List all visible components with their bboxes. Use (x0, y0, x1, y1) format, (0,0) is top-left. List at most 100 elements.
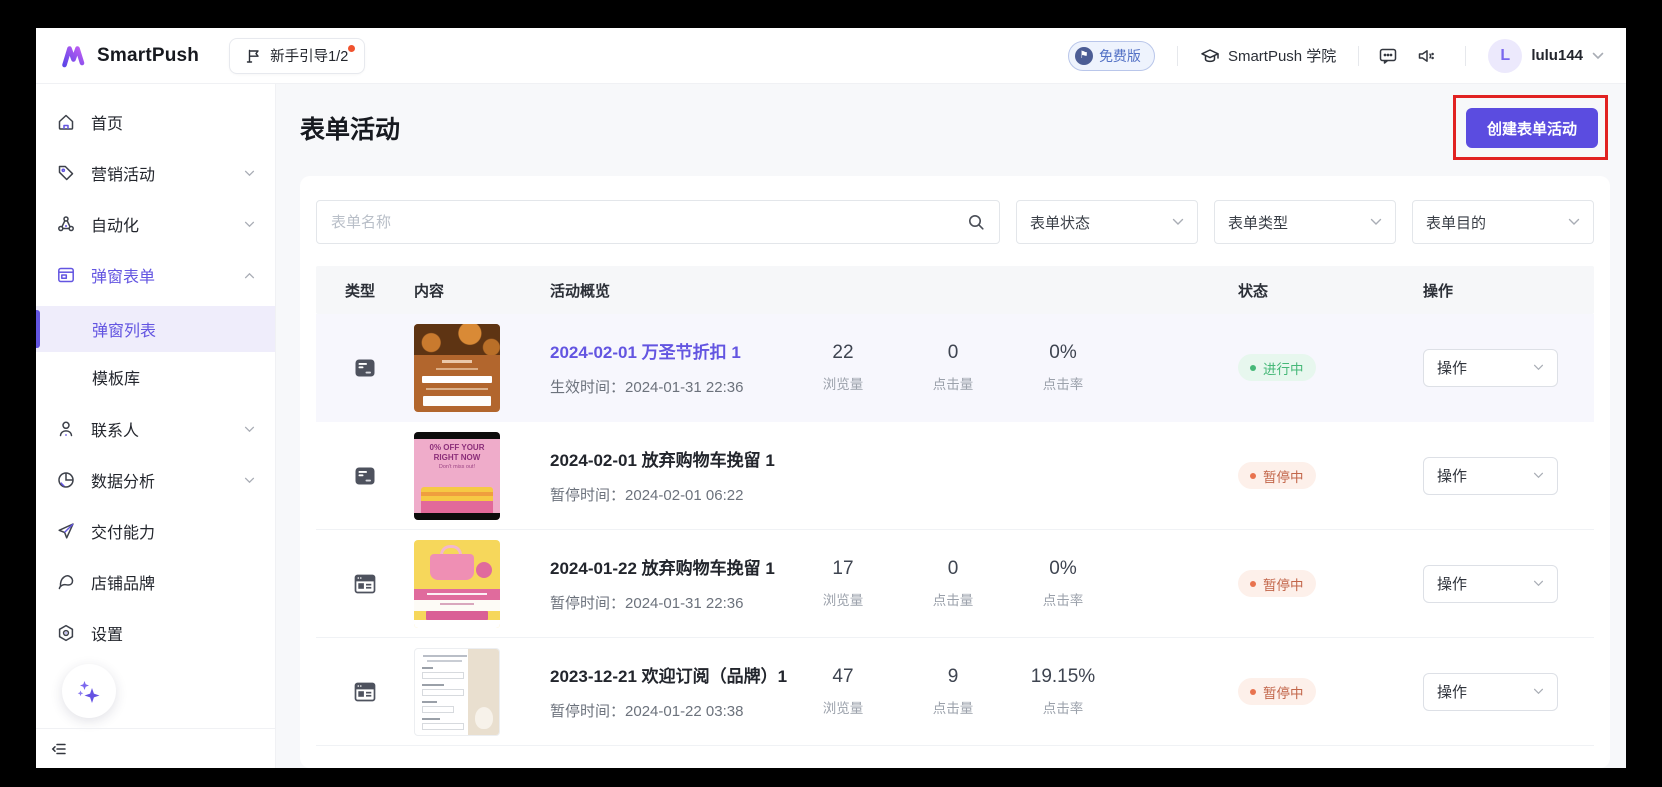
popup-type-icon (353, 464, 396, 488)
table-header: 类型 内容 活动概览 状态 操作 (316, 266, 1594, 314)
chevron-down-icon (1592, 52, 1604, 60)
sidebar-item-marketing[interactable]: 营销活动 (36, 153, 275, 193)
row-title[interactable]: 2023-12-21 欢迎订阅（品牌）1 (550, 662, 788, 687)
academy-link[interactable]: SmartPush 学院 (1200, 45, 1336, 66)
table-row: 2024-02-01 万圣节折扣 1 生效时间：2024-01-31 22:36… (316, 314, 1594, 422)
stat-ctr: 19.15%点击率 (1008, 666, 1118, 717)
onboarding-guide-button[interactable]: 新手引导1/2 (229, 38, 365, 74)
sidebar-item-home[interactable]: 首页 (36, 102, 275, 142)
home-icon (56, 112, 76, 132)
chevron-down-icon (1533, 364, 1544, 371)
plan-badge[interactable]: ⚑ 免费版 (1068, 41, 1155, 71)
status-badge: 暂停中 (1238, 570, 1316, 597)
chevron-down-icon (1172, 218, 1184, 226)
smartpush-logo-icon (60, 43, 87, 69)
feedback-chat-icon[interactable] (1371, 39, 1405, 73)
stat-clicks: 0点击量 (898, 342, 1008, 393)
form-status-dropdown[interactable]: 表单状态 (1016, 200, 1198, 244)
row-meta: 生效时间：2024-01-31 22:36 (550, 376, 788, 397)
chevron-down-icon (1370, 218, 1382, 226)
avatar: L (1488, 39, 1522, 73)
sidebar-item-popup-forms[interactable]: 弹窗表单 (36, 255, 275, 295)
status-badge: 进行中 (1238, 354, 1316, 381)
page-title: 表单活动 (300, 110, 400, 146)
search-icon[interactable] (967, 213, 985, 231)
sidebar-item-contacts[interactable]: 联系人 (36, 409, 275, 449)
row-title-link[interactable]: 2024-02-01 万圣节折扣 1 (550, 338, 788, 363)
row-title[interactable]: 2024-02-01 放弃购物车挽留 1 (550, 446, 788, 471)
sidebar-item-template-library[interactable]: 模板库 (36, 354, 275, 400)
sidebar-item-settings[interactable]: 设置 (36, 613, 275, 653)
chevron-down-icon (1533, 472, 1544, 479)
pie-chart-icon (56, 470, 76, 490)
embed-page-type-icon (353, 680, 396, 704)
sidebar-item-popup-list[interactable]: 弹窗列表 (36, 306, 275, 352)
row-thumbnail[interactable] (414, 540, 500, 628)
popup-form-icon (56, 265, 76, 285)
main-content: 表单活动 创建表单活动 表单状态 (276, 84, 1626, 768)
status-dot (1250, 365, 1256, 371)
stat-views: 47浏览量 (788, 666, 898, 717)
row-thumbnail[interactable] (414, 324, 500, 412)
divider (1358, 46, 1359, 66)
row-meta: 暂停时间：2024-01-22 03:38 (550, 700, 788, 721)
row-action-dropdown[interactable]: 操作 (1423, 349, 1558, 387)
announcement-speaker-icon[interactable] (1409, 39, 1443, 73)
user-menu[interactable]: L lulu144 (1488, 39, 1604, 73)
embed-page-type-icon (353, 572, 396, 596)
row-title[interactable]: 2024-01-22 放弃购物车挽留 1 (550, 554, 788, 579)
divider (1177, 46, 1178, 66)
table-row: 0% OFF YOUR RIGHT NOW Don't miss out! 20… (316, 422, 1594, 530)
search-input[interactable] (331, 214, 957, 231)
graduation-cap-icon (1200, 46, 1220, 66)
brand-name: SmartPush (97, 45, 199, 67)
stat-views: 17浏览量 (788, 558, 898, 609)
sidebar-item-automation[interactable]: 自动化 (36, 204, 275, 244)
stat-clicks: 0点击量 (898, 558, 1008, 609)
collapse-sidebar-icon[interactable] (44, 734, 74, 764)
status-dot (1250, 581, 1256, 587)
user-name: lulu144 (1531, 47, 1583, 64)
content-card: 表单状态 表单类型 表单目的 类型 内容 活动概 (300, 176, 1610, 768)
row-action-dropdown[interactable]: 操作 (1423, 673, 1558, 711)
sparkles-icon (74, 676, 104, 706)
row-meta: 暂停时间：2024-01-31 22:36 (550, 592, 788, 613)
chevron-up-icon (244, 272, 255, 279)
table-row: 2023-12-21 欢迎订阅（品牌）1 暂停时间：2024-01-22 03:… (316, 638, 1594, 746)
sidebar-item-deliverability[interactable]: 交付能力 (36, 511, 275, 551)
status-badge: 暂停中 (1238, 678, 1316, 705)
brand-logo[interactable]: SmartPush (60, 43, 199, 69)
plan-flag-icon: ⚑ (1075, 47, 1093, 65)
chevron-down-icon (244, 170, 255, 177)
divider (1465, 46, 1466, 66)
ai-assistant-button[interactable] (62, 664, 116, 718)
form-type-dropdown[interactable]: 表单类型 (1214, 200, 1396, 244)
row-action-dropdown[interactable]: 操作 (1423, 565, 1558, 603)
sidebar-footer (36, 728, 275, 768)
tag-icon (56, 163, 76, 183)
sidebar-item-store-brand[interactable]: 店铺品牌 (36, 562, 275, 602)
form-purpose-dropdown[interactable]: 表单目的 (1412, 200, 1594, 244)
sidebar-item-analytics[interactable]: 数据分析 (36, 460, 275, 500)
chevron-down-icon (244, 221, 255, 228)
status-badge: 暂停中 (1238, 462, 1316, 489)
chevron-down-icon (244, 477, 255, 484)
notification-dot (348, 45, 355, 52)
brush-icon (56, 572, 76, 592)
guide-flag-icon (246, 48, 262, 64)
top-bar: SmartPush 新手引导1/2 ⚑ 免费版 SmartPush 学院 (36, 28, 1626, 84)
stat-ctr: 0%点击率 (1008, 342, 1118, 393)
row-thumbnail[interactable]: 0% OFF YOUR RIGHT NOW Don't miss out! (414, 432, 500, 520)
table-row: 2024-01-22 放弃购物车挽留 1 暂停时间：2024-01-31 22:… (316, 530, 1594, 638)
app-window: SmartPush 新手引导1/2 ⚑ 免费版 SmartPush 学院 (36, 28, 1626, 768)
row-meta: 暂停时间：2024-02-01 06:22 (550, 484, 788, 505)
popup-type-icon (353, 356, 396, 380)
chevron-down-icon (244, 426, 255, 433)
row-thumbnail[interactable] (414, 648, 500, 736)
paper-plane-icon (56, 521, 76, 541)
form-name-search[interactable] (316, 200, 1000, 244)
gear-icon (56, 623, 76, 643)
status-dot (1250, 473, 1256, 479)
row-action-dropdown[interactable]: 操作 (1423, 457, 1558, 495)
create-form-activity-button[interactable]: 创建表单活动 (1466, 108, 1598, 148)
